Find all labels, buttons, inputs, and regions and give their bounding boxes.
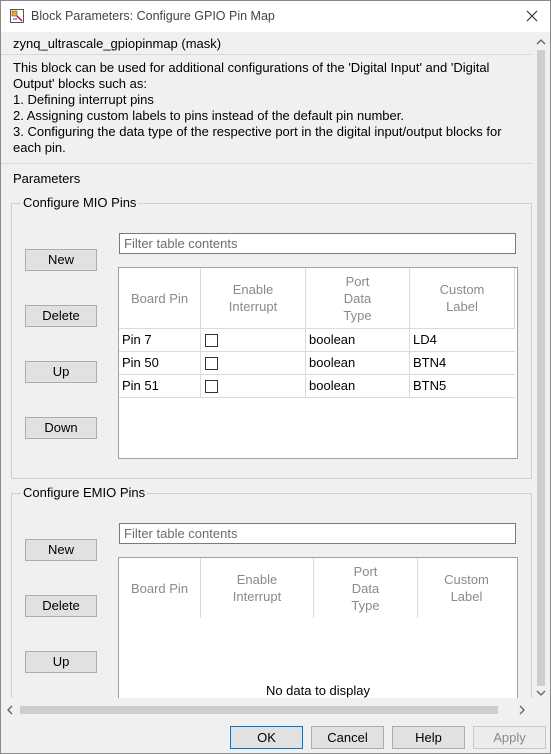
port-data-type-cell[interactable]: boolean: [306, 329, 410, 351]
table-row[interactable]: Pin 7 boolean LD4: [119, 328, 515, 351]
help-button[interactable]: Help: [392, 726, 465, 749]
column-header-port-data-type[interactable]: Port Data Type: [306, 268, 410, 328]
window-title: Block Parameters: Configure GPIO Pin Map: [31, 9, 275, 23]
dialog-content: zynq_ultrascale_gpiopinmap (mask) This b…: [1, 32, 532, 698]
mio-pin-table: Board Pin Enable Interrupt Port Data Typ…: [118, 267, 518, 459]
port-data-type-cell[interactable]: boolean: [306, 375, 410, 397]
column-header-custom-label[interactable]: Custom Label: [410, 268, 515, 328]
board-pin-cell: Pin 51: [119, 375, 201, 397]
description-line: 3. Configuring the data type of the resp…: [13, 124, 502, 139]
dialog-footer: OK Cancel Help Apply: [1, 719, 550, 753]
enable-interrupt-cell: [201, 329, 306, 351]
scroll-down-icon[interactable]: [536, 689, 546, 697]
column-header-board-pin[interactable]: Board Pin: [119, 268, 201, 328]
enable-interrupt-checkbox[interactable]: [205, 334, 218, 347]
mio-group-label: Configure MIO Pins: [21, 195, 139, 210]
mio-down-button[interactable]: Down: [25, 417, 97, 439]
custom-label-cell[interactable]: BTN4: [410, 352, 515, 374]
divider: [1, 54, 532, 55]
mio-delete-button[interactable]: Delete: [25, 305, 97, 327]
ok-button[interactable]: OK: [230, 726, 303, 749]
mio-filter-input[interactable]: Filter table contents: [119, 233, 516, 254]
enable-interrupt-cell: [201, 352, 306, 374]
emio-up-button[interactable]: Up: [25, 651, 97, 673]
description-line: 1. Defining interrupt pins: [13, 92, 154, 107]
emio-new-button[interactable]: New: [25, 539, 97, 561]
vertical-scroll-thumb[interactable]: [537, 50, 545, 686]
emio-group-label: Configure EMIO Pins: [21, 485, 148, 500]
block-parameters-dialog: Block Parameters: Configure GPIO Pin Map…: [0, 0, 551, 754]
parameters-label: Parameters: [13, 171, 81, 186]
scroll-up-icon[interactable]: [536, 38, 546, 46]
vertical-scrollbar[interactable]: [532, 32, 550, 703]
enable-interrupt-checkbox[interactable]: [205, 380, 218, 393]
cancel-button[interactable]: Cancel: [311, 726, 384, 749]
enable-interrupt-checkbox[interactable]: [205, 357, 218, 370]
horizontal-scrollbar[interactable]: [1, 701, 532, 719]
mask-title: zynq_ultrascale_gpiopinmap (mask): [13, 36, 222, 51]
table-row[interactable]: Pin 51 boolean BTN5: [119, 374, 515, 398]
board-pin-cell: Pin 50: [119, 352, 201, 374]
column-header-enable-interrupt[interactable]: Enable Interrupt: [201, 558, 314, 618]
column-header-enable-interrupt[interactable]: Enable Interrupt: [201, 268, 306, 328]
emio-pin-table: Board Pin Enable Interrupt Port Data Typ…: [118, 557, 518, 698]
column-header-custom-label[interactable]: Custom Label: [418, 558, 515, 618]
description-line: each pin.: [13, 140, 66, 155]
board-pin-cell: Pin 7: [119, 329, 201, 351]
column-header-port-data-type[interactable]: Port Data Type: [314, 558, 418, 618]
block-description: This block can be used for additional co…: [13, 60, 519, 156]
apply-button[interactable]: Apply: [473, 726, 546, 749]
emio-filter-input[interactable]: Filter table contents: [119, 523, 516, 544]
description-line: Output' blocks such as:: [13, 76, 147, 91]
horizontal-scroll-thumb[interactable]: [20, 706, 498, 714]
description-line: 2. Assigning custom labels to pins inste…: [13, 108, 404, 123]
port-data-type-cell[interactable]: boolean: [306, 352, 410, 374]
mio-up-button[interactable]: Up: [25, 361, 97, 383]
mio-new-button[interactable]: New: [25, 249, 97, 271]
simulink-block-icon: [10, 9, 24, 23]
close-icon[interactable]: [523, 7, 541, 25]
title-bar: Block Parameters: Configure GPIO Pin Map: [1, 1, 550, 32]
description-line: This block can be used for additional co…: [13, 60, 490, 75]
column-header-board-pin[interactable]: Board Pin: [119, 558, 201, 618]
enable-interrupt-cell: [201, 375, 306, 397]
custom-label-cell[interactable]: LD4: [410, 329, 515, 351]
divider: [1, 163, 532, 164]
custom-label-cell[interactable]: BTN5: [410, 375, 515, 397]
scroll-right-icon[interactable]: [518, 705, 526, 715]
emio-delete-button[interactable]: Delete: [25, 595, 97, 617]
scroll-left-icon[interactable]: [6, 705, 14, 715]
scroll-corner: [532, 701, 550, 719]
table-row[interactable]: Pin 50 boolean BTN4: [119, 351, 515, 374]
empty-table-message: No data to display: [265, 683, 371, 698]
